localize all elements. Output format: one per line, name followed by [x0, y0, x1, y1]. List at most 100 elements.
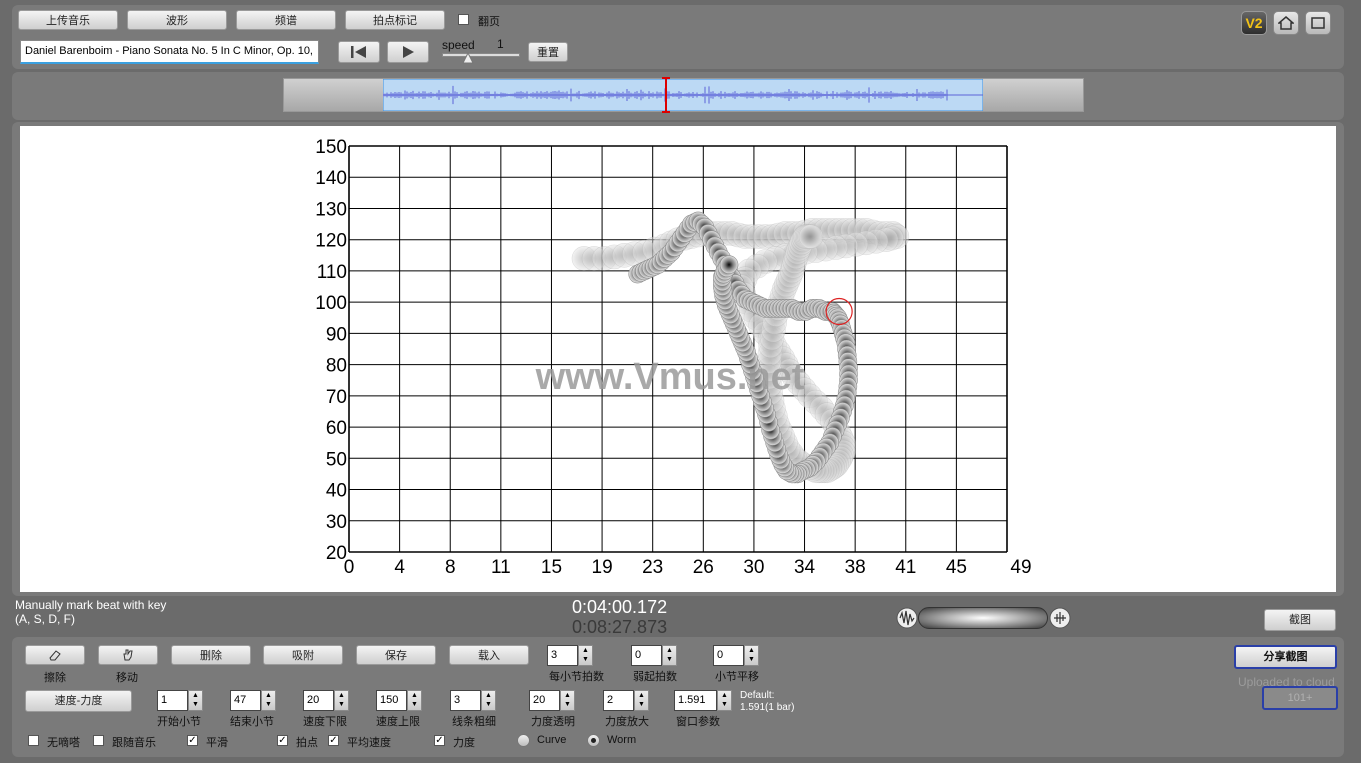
- waveform-window[interactable]: [383, 79, 983, 111]
- v2-badge[interactable]: V2: [1241, 11, 1267, 35]
- dynamics-scale-value[interactable]: 2: [603, 690, 634, 711]
- spinner-arrows[interactable]: ▲ ▼: [334, 690, 349, 711]
- spectrum-button[interactable]: 频谱: [236, 10, 336, 30]
- reset-button[interactable]: 重置: [528, 42, 568, 62]
- beats-per-bar-spinner[interactable]: 3 ▲ ▼: [547, 645, 593, 666]
- spinner-arrows[interactable]: ▲ ▼: [744, 645, 759, 666]
- default-line2: 1.591(1 bar): [740, 702, 795, 713]
- x-tick-label: 49: [1010, 557, 1031, 578]
- worm-scale-bar[interactable]: [918, 607, 1048, 629]
- y-tick-label: 30: [326, 512, 347, 533]
- tempo-max-value[interactable]: 150: [376, 690, 407, 711]
- bar-shift-label: 小节平移: [715, 671, 759, 683]
- speed-slider[interactable]: [442, 53, 520, 57]
- tempo-min-spinner[interactable]: 20 ▲ ▼: [303, 690, 349, 711]
- no-tick-label: 无嘀嗒: [47, 737, 80, 749]
- x-tick-label: 4: [394, 557, 405, 578]
- x-tick-label: 41: [895, 557, 916, 578]
- x-tick-label: 23: [642, 557, 663, 578]
- dynamics-opacity-value[interactable]: 20: [529, 690, 560, 711]
- beat-mark-button[interactable]: 拍点标记: [345, 10, 445, 30]
- average-tempo-label: 平均速度: [347, 737, 391, 749]
- skip-to-start-icon: [351, 46, 366, 58]
- x-tick-label: 11: [491, 557, 511, 578]
- no-tick-checkbox[interactable]: [28, 735, 39, 746]
- pickup-beats-spinner[interactable]: 0 ▲ ▼: [631, 645, 677, 666]
- x-tick-label: 19: [592, 557, 613, 578]
- x-tick-label: 26: [693, 557, 714, 578]
- line-width-value[interactable]: 3: [450, 690, 481, 711]
- snap-button[interactable]: 吸附: [263, 645, 343, 665]
- dynamics-scale-spinner[interactable]: 2 ▲ ▼: [603, 690, 649, 711]
- start-bar-spinner[interactable]: 1 ▲ ▼: [157, 690, 203, 711]
- fullscreen-button[interactable]: [1305, 11, 1331, 35]
- y-tick-label: 80: [326, 356, 347, 377]
- beat-hint-line2: (A, S, D, F): [15, 612, 75, 626]
- time-current: 0:04:00.172: [572, 597, 668, 617]
- bar-shift-value[interactable]: 0: [713, 645, 744, 666]
- page-flip-label: 翻页: [478, 16, 500, 28]
- song-title-field[interactable]: Daniel Barenboim - Piano Sonata No. 5 In…: [20, 40, 319, 64]
- screenshot-button[interactable]: 截图: [1264, 609, 1336, 631]
- page-flip-checkbox[interactable]: [458, 14, 469, 25]
- y-tick-label: 110: [317, 262, 347, 283]
- pickup-beats-value[interactable]: 0: [631, 645, 662, 666]
- dynamics-checkbox[interactable]: ✓: [434, 735, 445, 746]
- tempo-min-value[interactable]: 20: [303, 690, 334, 711]
- line-width-spinner[interactable]: 3 ▲ ▼: [450, 690, 496, 711]
- beats-per-bar-label: 每小节拍数: [549, 671, 604, 683]
- spinner-arrows[interactable]: ▲ ▼: [188, 690, 203, 711]
- dynamics-opacity-spinner[interactable]: 20 ▲ ▼: [529, 690, 575, 711]
- end-bar-value[interactable]: 47: [230, 690, 261, 711]
- window-param-label: 窗口参数: [676, 716, 720, 728]
- tempo-max-spinner[interactable]: 150 ▲ ▼: [376, 690, 422, 711]
- home-button[interactable]: [1273, 11, 1299, 35]
- worm-radio[interactable]: [587, 734, 600, 747]
- spinner-arrows[interactable]: ▲ ▼: [634, 690, 649, 711]
- start-bar-value[interactable]: 1: [157, 690, 188, 711]
- tempo-dynamics-mode-button[interactable]: 速度-力度: [25, 690, 132, 712]
- average-tempo-checkbox[interactable]: ✓: [328, 735, 339, 746]
- spinner-arrows[interactable]: ▲ ▼: [717, 690, 732, 711]
- default-line1: Default:: [740, 690, 775, 701]
- tempo-min-label: 速度下限: [303, 716, 347, 728]
- x-tick-label: 34: [794, 557, 816, 578]
- end-bar-spinner[interactable]: 47 ▲ ▼: [230, 690, 276, 711]
- beat-points-checkbox[interactable]: ✓: [277, 735, 288, 746]
- worm-point: [719, 255, 739, 274]
- share-screenshot-button[interactable]: 分享截图: [1234, 645, 1337, 669]
- tempo-dynamics-chart[interactable]: 0 4 8 11 15 19 23 26 30 34 38 41 45 49150140130120110…: [20, 126, 1336, 592]
- spinner-arrows[interactable]: ▲ ▼: [560, 690, 575, 711]
- beats-per-bar-value[interactable]: 3: [547, 645, 578, 666]
- spinner-arrows[interactable]: ▲ ▼: [261, 690, 276, 711]
- delete-button[interactable]: 删除: [171, 645, 251, 665]
- play-button[interactable]: [387, 41, 429, 63]
- window-param-value[interactable]: 1.591: [674, 690, 717, 711]
- spinner-arrows[interactable]: ▲ ▼: [578, 645, 593, 666]
- speed-slider-handle[interactable]: [462, 52, 474, 64]
- waveform-button[interactable]: 波形: [127, 10, 227, 30]
- x-tick-label: 15: [541, 557, 562, 578]
- y-tick-label: 40: [326, 481, 347, 502]
- worm-label: Worm: [607, 734, 637, 746]
- bar-shift-spinner[interactable]: 0 ▲ ▼: [713, 645, 759, 666]
- eraser-button[interactable]: [25, 645, 85, 665]
- playhead-marker[interactable]: [661, 77, 671, 113]
- skip-to-start-button[interactable]: [338, 41, 380, 63]
- waveform-toggle-icon[interactable]: [896, 607, 918, 629]
- spinner-arrows[interactable]: ▲ ▼: [407, 690, 422, 711]
- load-button[interactable]: 载入: [449, 645, 529, 665]
- follow-music-checkbox[interactable]: [93, 735, 104, 746]
- spinner-arrows[interactable]: ▲ ▼: [481, 690, 496, 711]
- smooth-checkbox[interactable]: ✓: [187, 735, 198, 746]
- window-param-spinner[interactable]: 1.591 ▲ ▼: [674, 690, 732, 711]
- save-button[interactable]: 保存: [356, 645, 436, 665]
- move-button[interactable]: [98, 645, 158, 665]
- song-title-text: Daniel Barenboim - Piano Sonata No. 5 In…: [25, 45, 313, 57]
- upload-music-button[interactable]: 上传音乐: [18, 10, 118, 30]
- spinner-arrows[interactable]: ▲ ▼: [662, 645, 677, 666]
- audio-wave-icon[interactable]: [1049, 607, 1071, 629]
- speed-value: 1: [497, 37, 504, 51]
- curve-radio[interactable]: [517, 734, 530, 747]
- faded-action-button[interactable]: 101+: [1262, 686, 1338, 710]
